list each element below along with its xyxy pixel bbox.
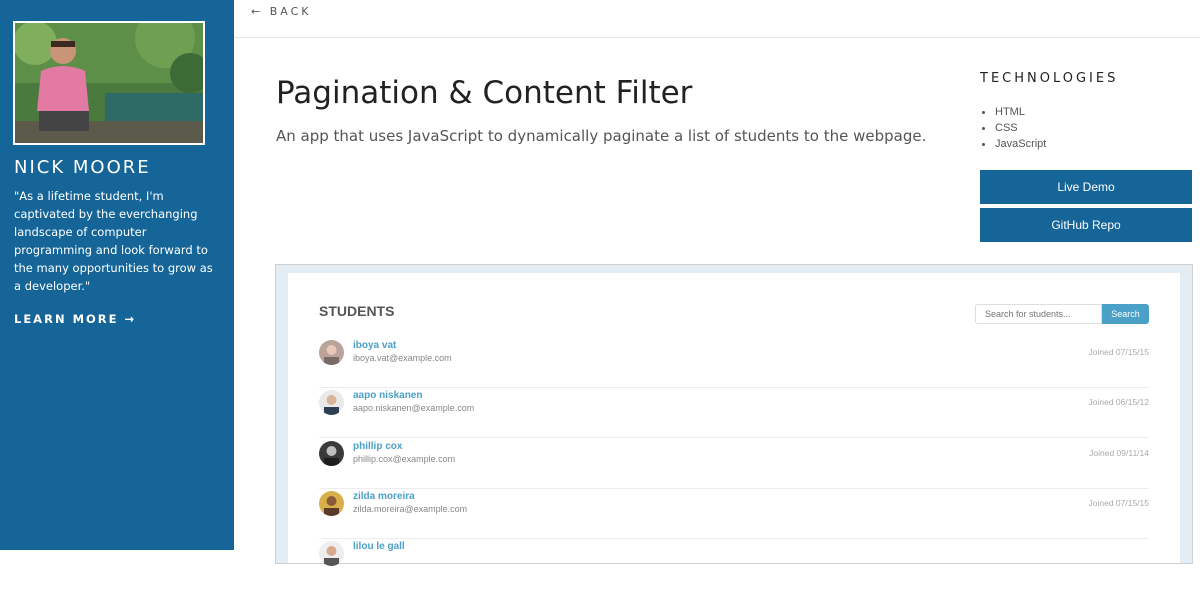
project-title: Pagination & Content Filter bbox=[276, 75, 693, 111]
student-avatar bbox=[319, 340, 344, 365]
student-email: phillip.cox@example.com bbox=[353, 454, 456, 464]
learn-more-link[interactable]: LEARN MORE → bbox=[14, 312, 136, 326]
top-bar: ← BACK bbox=[234, 0, 1200, 38]
github-repo-button[interactable]: GitHub Repo bbox=[980, 208, 1192, 242]
student-search-button[interactable]: Search bbox=[1102, 304, 1149, 324]
student-joined-date: Joined 06/15/12 bbox=[1088, 397, 1150, 407]
student-avatar bbox=[319, 441, 344, 466]
technology-item: JavaScript bbox=[980, 136, 1046, 152]
back-link[interactable]: ← BACK bbox=[251, 5, 312, 18]
student-email: aapo.niskanen@example.com bbox=[353, 403, 475, 413]
technologies-list: HTML CSS JavaScript bbox=[980, 104, 1046, 152]
student-name: phillip cox bbox=[353, 441, 403, 452]
student-row: iboya vat iboya.vat@example.com Joined 0… bbox=[319, 338, 1149, 388]
student-search-input[interactable] bbox=[975, 304, 1102, 324]
student-row: zilda moreira zilda.moreira@example.com … bbox=[319, 489, 1149, 539]
student-name: aapo niskanen bbox=[353, 390, 423, 401]
student-row: lilou le gall bbox=[319, 539, 1149, 589]
student-joined-date: Joined 09/11/14 bbox=[1089, 448, 1149, 458]
student-row: phillip cox phillip.cox@example.com Join… bbox=[319, 439, 1149, 489]
students-heading: STUDENTS bbox=[319, 303, 395, 319]
student-email: zilda.moreira@example.com bbox=[353, 504, 468, 514]
live-demo-button[interactable]: Live Demo bbox=[980, 170, 1192, 204]
student-email: iboya.vat@example.com bbox=[353, 353, 452, 363]
profile-name: NICK MOORE bbox=[14, 157, 151, 178]
profile-quote: "As a lifetime student, I'm captivated b… bbox=[14, 189, 213, 293]
student-joined-date: Joined 07/15/15 bbox=[1088, 347, 1150, 357]
student-name: iboya vat bbox=[353, 340, 397, 351]
student-avatar bbox=[319, 491, 344, 516]
technology-item: CSS bbox=[980, 120, 1046, 136]
student-row: aapo niskanen aapo.niskanen@example.com … bbox=[319, 388, 1149, 438]
profile-photo bbox=[13, 21, 205, 145]
student-avatar bbox=[319, 390, 344, 415]
profile-sidebar: NICK MOORE "As a lifetime student, I'm c… bbox=[0, 0, 234, 550]
technology-item: HTML bbox=[980, 104, 1046, 120]
project-description: An app that uses JavaScript to dynamical… bbox=[276, 127, 927, 145]
student-joined-date: Joined 07/15/15 bbox=[1088, 498, 1150, 508]
student-avatar bbox=[319, 541, 344, 566]
technologies-heading: TECHNOLOGIES bbox=[980, 71, 1119, 86]
student-name: lilou le gall bbox=[353, 541, 405, 552]
profile-photo-image bbox=[15, 23, 203, 143]
students-page-preview: STUDENTS Search iboya vat iboya.vat@exam… bbox=[288, 273, 1180, 566]
student-name: zilda moreira bbox=[353, 491, 415, 502]
project-screenshot: STUDENTS Search iboya vat iboya.vat@exam… bbox=[275, 264, 1193, 566]
